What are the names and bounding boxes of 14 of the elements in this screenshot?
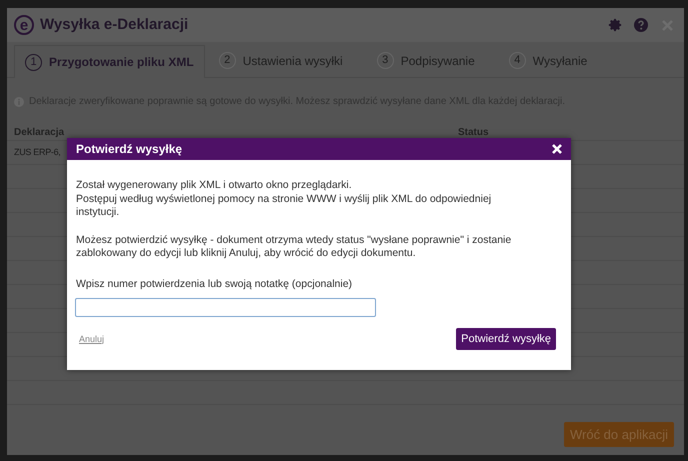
table-cell-text: ZUS ERP-6, [14,146,61,159]
dialog-text: Postępuj według wyświetlonej pomocy na stronie WWW i wyślij plik XML do odpowiedniej instytucji. [76,192,492,220]
logo-icon: e [14,15,34,35]
help-icon[interactable] [634,18,648,32]
window-title: Wysyłka e-Deklaracji [40,14,188,35]
wizard-tab[interactable]: 1 Przygotowanie pliku XML [14,45,205,78]
input-field[interactable] [75,298,376,318]
dialog-text: Możesz potwierdzić wysyłkę - dokument otrzyma wtedy status "wysłane poprawnie" i zostanie zablokowany do edycji lub kliknij Anuluj, aby wrócić do edycji dokumentu. [76,234,512,260]
modal-title: Potwierdź wysyłkę [76,141,182,158]
dialog-text: Został wygenerowany plik XML i otwarto okno przeglądarki. [76,179,353,192]
confirm-button[interactable]: Potwierdź wysyłkę [456,328,556,350]
field-label: Wpisz numer potwierdzenia lub swoją notatkę (opcjonalnie) [76,276,354,292]
settings-icon[interactable] [608,18,622,32]
cancel-link[interactable]: Anuluj [79,332,104,346]
